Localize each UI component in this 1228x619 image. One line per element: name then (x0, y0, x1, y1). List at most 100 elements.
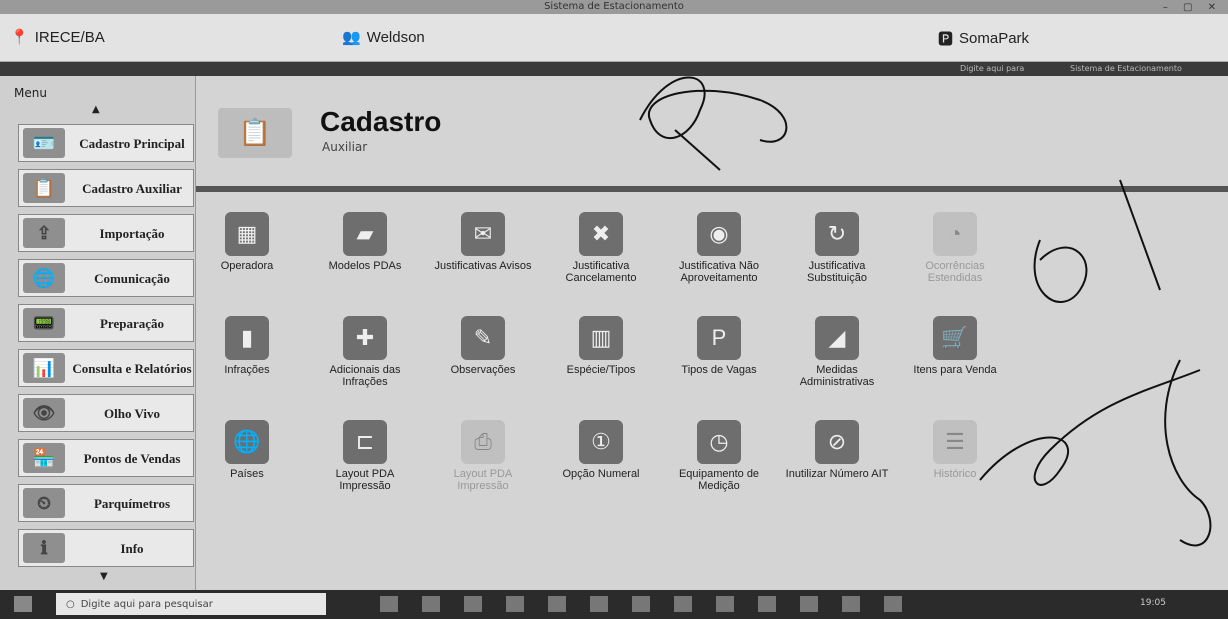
sidebar-item-label: Olho Vivo (104, 405, 160, 421)
tile-label: Justificativas Avisos (434, 260, 532, 272)
sidebar-item[interactable]: 🌐 Comunicação (18, 259, 194, 297)
taskbar-app-icon[interactable] (884, 596, 902, 612)
status-strip: Digite aqui para Sistema de Estacionamen… (0, 62, 1228, 76)
tile-label: Ocorrências Estendidas (925, 260, 985, 284)
eye-icon: 👁 (23, 398, 65, 428)
tile-label: Histórico (933, 468, 977, 480)
tile-button[interactable]: ✖ Justificativa Cancelamento (546, 212, 656, 290)
tile-button[interactable]: ◷ Equipamento de Medição (664, 420, 774, 498)
tile-label: Layout PDA Impressão (335, 468, 395, 492)
disable-icon: ⊘ (815, 420, 859, 464)
taskbar-clock[interactable]: 19:05 (1140, 598, 1166, 608)
report-icon: 📊 (23, 353, 65, 383)
taskbar-app-icon[interactable] (590, 596, 608, 612)
city-label: IRECE/BA (34, 28, 105, 46)
tile-label: Adicionais das Infrações (329, 364, 401, 388)
main-panel: 📋 Cadastro Auxiliar ▦ Operadora ▰ Modelos P… (196, 76, 1228, 590)
cart-icon: 🛒 (933, 316, 977, 360)
taskbar-app-icon[interactable] (548, 596, 566, 612)
sidebar-item[interactable]: ⇪ Importação (18, 214, 194, 252)
tile-button[interactable]: ▮ Infrações (192, 316, 302, 394)
page-title: Cadastro (320, 106, 442, 137)
taskbar-app-icon[interactable] (716, 596, 734, 612)
window-controls[interactable]: – ▢ ✕ (1163, 1, 1222, 15)
gauge-icon: ◷ (697, 420, 741, 464)
tile-label: Infrações (224, 364, 270, 376)
number-icon: ① (579, 420, 623, 464)
tile-button[interactable]: ↻ Justificativa Substituição (782, 212, 892, 290)
swap-icon: ↻ (815, 212, 859, 256)
taskbar-app-icon[interactable] (380, 596, 398, 612)
brand-cell: 🅿 SomaPark (938, 28, 1029, 49)
taskbar-app-icon[interactable] (506, 596, 524, 612)
tile-button[interactable]: ⎙ Layout PDA Impressão (428, 420, 538, 498)
sidebar-item[interactable]: 📊 Consulta e Relatórios (18, 349, 194, 387)
tile-button[interactable]: ✎ Observações (428, 316, 538, 394)
parking-logo-icon: 🅿 (938, 31, 954, 48)
tile-button[interactable]: ☰ Histórico (900, 420, 1010, 498)
sidebar-item-label: Pontos de Vendas (83, 450, 181, 466)
header-divider (196, 186, 1228, 192)
taskbar-search[interactable]: ○ Digite aqui para pesquisar (56, 593, 326, 615)
tile-label: Espécie/Tipos (566, 364, 636, 376)
warning-card-icon: ✉ (461, 212, 505, 256)
bin-icon: ◉ (697, 212, 741, 256)
tile-button[interactable]: 🌐 Países (192, 420, 302, 498)
sidebar-item[interactable]: 🏪 Pontos de Vendas (18, 439, 194, 477)
sidebar-item[interactable]: ⏲ Parquímetros (18, 484, 194, 522)
tile-button[interactable]: ▦ Operadora (192, 212, 302, 290)
taskbar-app-icon[interactable] (842, 596, 860, 612)
sidebar-item[interactable]: 📟 Preparação (18, 304, 194, 342)
tile-label: Opção Numeral (562, 468, 640, 480)
taskbar-app-icon[interactable] (674, 596, 692, 612)
sidebar-item[interactable]: 🪪 Cadastro Principal (18, 124, 194, 162)
scroll-up-icon[interactable]: ▲ (92, 104, 100, 115)
cortana-icon: ○ (66, 598, 75, 610)
window-title: Sistema de Estacionamento (544, 1, 684, 12)
tile-button[interactable]: 🛒 Itens para Venda (900, 316, 1010, 394)
tile-button[interactable]: ✚ Adicionais das Infrações (310, 316, 420, 394)
tile-button[interactable]: ⊘ Inutilizar Número AIT (782, 420, 892, 498)
clipboard-icon: 📋 (23, 173, 65, 203)
sidebar-item-label: Importação (99, 225, 165, 241)
tile-label: Países (230, 468, 264, 480)
scroll-down-icon[interactable]: ▼ (100, 571, 108, 582)
store-icon: 🏪 (23, 443, 65, 473)
taskbar-app-icon[interactable] (464, 596, 482, 612)
info-icon: ℹ (23, 533, 65, 563)
tile-label: Observações (450, 364, 516, 376)
tile-button[interactable]: ⊏ Layout PDA Impressão (310, 420, 420, 498)
tile-label: Justificativa Não Aproveitamento (678, 260, 760, 284)
taskbar-app-icon[interactable] (800, 596, 818, 612)
taskbar-app-icon[interactable] (632, 596, 650, 612)
measure-icon: ◢ (815, 316, 859, 360)
history-icon: ☰ (933, 420, 977, 464)
tile-label: Justificativa Substituição (807, 260, 867, 284)
tile-label: Equipamento de Medição (678, 468, 760, 492)
tile-label: Justificativa Cancelamento (565, 260, 637, 284)
tile-button[interactable]: ▰ Modelos PDAs (310, 212, 420, 290)
sidebar-item[interactable]: 👁 Olho Vivo (18, 394, 194, 432)
sidebar-item-label: Info (120, 540, 144, 556)
tile-button[interactable]: ◔ Ocorrências Estendidas (900, 212, 1010, 290)
tile-button[interactable]: ① Opção Numeral (546, 420, 656, 498)
tile-button[interactable]: P Tipos de Vagas (664, 316, 774, 394)
import-icon: ⇪ (23, 218, 65, 248)
city-cell: 📍 IRECE/BA (10, 28, 105, 47)
tile-button[interactable]: ✉ Justificativas Avisos (428, 212, 538, 290)
tile-label: Inutilizar Número AIT (785, 468, 889, 480)
page-subtitle: Auxiliar (322, 140, 368, 154)
window-titlebar: Sistema de Estacionamento – ▢ ✕ (0, 0, 1228, 14)
sidebar-item-label: Preparação (99, 315, 165, 331)
tile-button[interactable]: ▥ Espécie/Tipos (546, 316, 656, 394)
sidebar-item[interactable]: 📋 Cadastro Auxiliar (18, 169, 194, 207)
sidebar-item[interactable]: ℹ Info (18, 529, 194, 567)
taskbar-app-icon[interactable] (758, 596, 776, 612)
tile-button[interactable]: ◉ Justificativa Não Aproveitamento (664, 212, 774, 290)
taskbar-app-icon[interactable] (422, 596, 440, 612)
sidebar-item-label: Comunicação (94, 270, 170, 286)
tile-button[interactable]: ◢ Medidas Administrativas (782, 316, 892, 394)
layout-icon: ⊏ (343, 420, 387, 464)
windows-start-icon[interactable] (14, 596, 32, 612)
cadastro-header-icon: 📋 (218, 108, 292, 158)
